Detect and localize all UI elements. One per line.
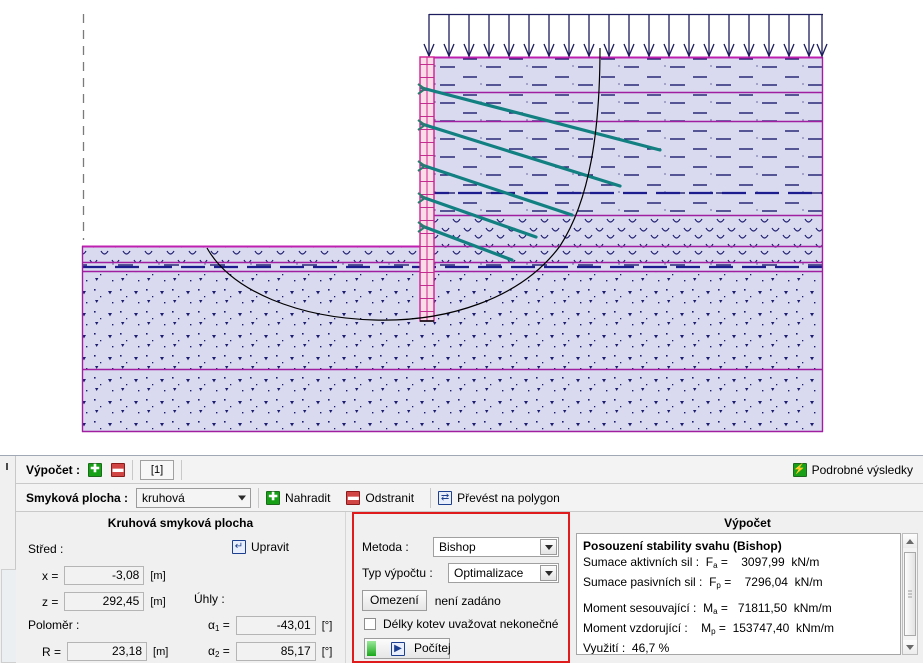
upper-terrace-soil xyxy=(425,57,823,272)
radius-label: Poloměr : xyxy=(28,618,80,632)
calc-type-label: Typ výpočtu : xyxy=(362,566,433,580)
compute-accent-bar xyxy=(367,641,376,656)
results-group: Výpočet Posouzení stability svahu (Bisho… xyxy=(572,512,923,663)
surcharge-arrowheads xyxy=(423,43,828,58)
remove-minus-icon[interactable]: ▬ xyxy=(111,462,126,477)
chevron-down-icon xyxy=(238,495,247,500)
add-plus-icon: ✚ xyxy=(266,490,281,505)
scrollbar-grip xyxy=(908,589,912,600)
play-run-icon: ▶ xyxy=(391,641,405,656)
geo5-slope-stability-window: Výpočet Výpočet : ✚ ▬ [1] ⚡ Podrobné výs… xyxy=(0,0,923,663)
chevron-down-icon xyxy=(544,570,553,576)
surface-label: Smyková plocha : xyxy=(26,490,129,505)
alpha1-input[interactable]: -43,01 xyxy=(235,616,316,635)
alpha2-label: α2 = xyxy=(208,644,230,659)
convert-label: Převést na polygon xyxy=(457,490,560,505)
compute-label: Počítej xyxy=(414,641,451,655)
result-row: Moment sesouvající : Ma = 71811,50 kNm/m xyxy=(583,601,832,616)
scroll-down-icon[interactable] xyxy=(903,640,917,654)
results-header: Výpočet xyxy=(724,516,771,530)
edit-arrow-icon: ↵ xyxy=(232,540,246,554)
method-dropdown-button[interactable] xyxy=(540,539,557,555)
toolbar-separator-3 xyxy=(258,487,260,508)
scroll-up-icon[interactable] xyxy=(903,534,917,548)
method-label: Metoda : xyxy=(362,540,409,554)
surface-type-value: kruhová xyxy=(142,490,185,505)
convert-polygon-button[interactable]: ⇄ Převést na polygon xyxy=(438,490,560,505)
x-input[interactable]: -3,08 xyxy=(64,566,145,585)
detailed-results-label: Podrobné výsledky xyxy=(811,462,913,477)
calculation-index[interactable]: [1] xyxy=(140,459,175,480)
convert-polygon-icon: ⇄ xyxy=(438,490,453,505)
angles-label: Úhly : xyxy=(194,592,225,606)
toolbar-separator-4 xyxy=(430,487,432,508)
alpha2-input[interactable]: 85,17 xyxy=(235,642,316,661)
z-label: z = xyxy=(42,594,59,609)
infinite-anchors-checkbox-row[interactable]: Délky kotev uvažovat nekonečné xyxy=(364,617,558,631)
result-row: Moment vzdorující : Mp = 153747,40 kNm/m xyxy=(583,621,834,636)
calculation-label: Výpočet : xyxy=(26,462,81,477)
remove-label: Odstranit xyxy=(365,490,415,505)
remove-minus-icon: ▬ xyxy=(346,490,361,505)
infinite-anchors-label: Délky kotev uvažovat nekonečné xyxy=(383,617,559,631)
z-input[interactable]: 292,45 xyxy=(64,592,145,611)
calc-type-value: Optimalizace xyxy=(454,566,524,580)
method-combo[interactable]: Bishop xyxy=(433,537,559,557)
center-label: Střed : xyxy=(28,542,64,556)
circular-surface-group: Kruhová smyková plocha Střed : ↵ Upravit… xyxy=(16,512,346,663)
vertical-tab-calc[interactable] xyxy=(1,569,16,663)
alpha1-label: α1 = xyxy=(208,618,230,633)
utilisation-row: Využití : 46,7 % xyxy=(583,641,670,655)
alpha2-unit: [°] xyxy=(321,645,333,658)
compute-button[interactable]: ▶ Počítej xyxy=(364,638,451,659)
x-unit: [m] xyxy=(150,569,166,582)
results-text-box[interactable]: Posouzení stability svahu (Bishop) Sumac… xyxy=(576,533,901,655)
circular-surface-title: Kruhová smyková plocha xyxy=(107,516,254,530)
bottom-dock-panel: Výpočet Výpočet : ✚ ▬ [1] ⚡ Podrobné výs… xyxy=(0,455,923,663)
chevron-down-icon xyxy=(544,544,553,550)
analysis-settings-group: Metoda : Bishop Typ výpočtu : Optimaliza… xyxy=(352,512,570,663)
results-scrollbar[interactable] xyxy=(902,533,918,655)
restriction-button[interactable]: Omezení xyxy=(362,590,427,611)
result-row: Sumace aktivních sil : Fa = 3097,99 kN/m xyxy=(583,555,820,570)
scrollbar-thumb[interactable] xyxy=(904,552,916,636)
toolbar-separator-2 xyxy=(181,459,183,480)
lightning-bolt-icon: ⚡ xyxy=(792,462,807,477)
deep-soil-layers xyxy=(82,272,823,432)
surface-type-combo[interactable]: kruhová xyxy=(136,487,252,508)
r-unit: [m] xyxy=(153,645,169,658)
add-plus-icon[interactable]: ✚ xyxy=(88,462,103,477)
drawing-canvas[interactable] xyxy=(0,0,923,455)
results-title: Posouzení stability svahu (Bishop) xyxy=(583,539,782,553)
edit-button[interactable]: ↵ Upravit xyxy=(232,540,289,554)
method-value: Bishop xyxy=(439,540,476,554)
calc-type-combo[interactable]: Optimalizace xyxy=(448,563,559,583)
r-input[interactable]: 23,18 xyxy=(67,642,148,661)
remove-surface-button[interactable]: ▬ Odstranit xyxy=(346,490,415,505)
replace-button[interactable]: ✚ Nahradit xyxy=(266,490,331,505)
replace-label: Nahradit xyxy=(285,490,331,505)
calculation-toolbar: Výpočet : ✚ ▬ [1] ⚡ Podrobné výsledky xyxy=(16,456,923,484)
infinite-anchors-checkbox[interactable] xyxy=(364,618,376,630)
x-label: x = xyxy=(42,568,59,583)
edit-label: Upravit xyxy=(251,540,290,554)
surface-toolbar: Smyková plocha : kruhová ✚ Nahradit ▬ Od… xyxy=(16,484,923,512)
z-unit: [m] xyxy=(150,595,166,608)
dock-grip-handle[interactable] xyxy=(6,463,8,470)
toolbar-separator xyxy=(132,459,134,480)
cross-section-svg xyxy=(81,13,828,433)
dock-content: Kruhová smyková plocha Střed : ↵ Upravit… xyxy=(16,512,923,663)
restriction-status: není zadáno xyxy=(434,593,501,608)
alpha1-unit: [°] xyxy=(321,619,333,632)
result-row: Sumace pasivních sil : Fp = 7296,04 kN/m xyxy=(583,575,823,590)
detailed-results-button[interactable]: ⚡ Podrobné výsledky xyxy=(792,462,913,477)
r-label: R = xyxy=(42,644,62,659)
retaining-wall xyxy=(419,56,435,322)
calc-type-dropdown-button[interactable] xyxy=(540,565,557,581)
